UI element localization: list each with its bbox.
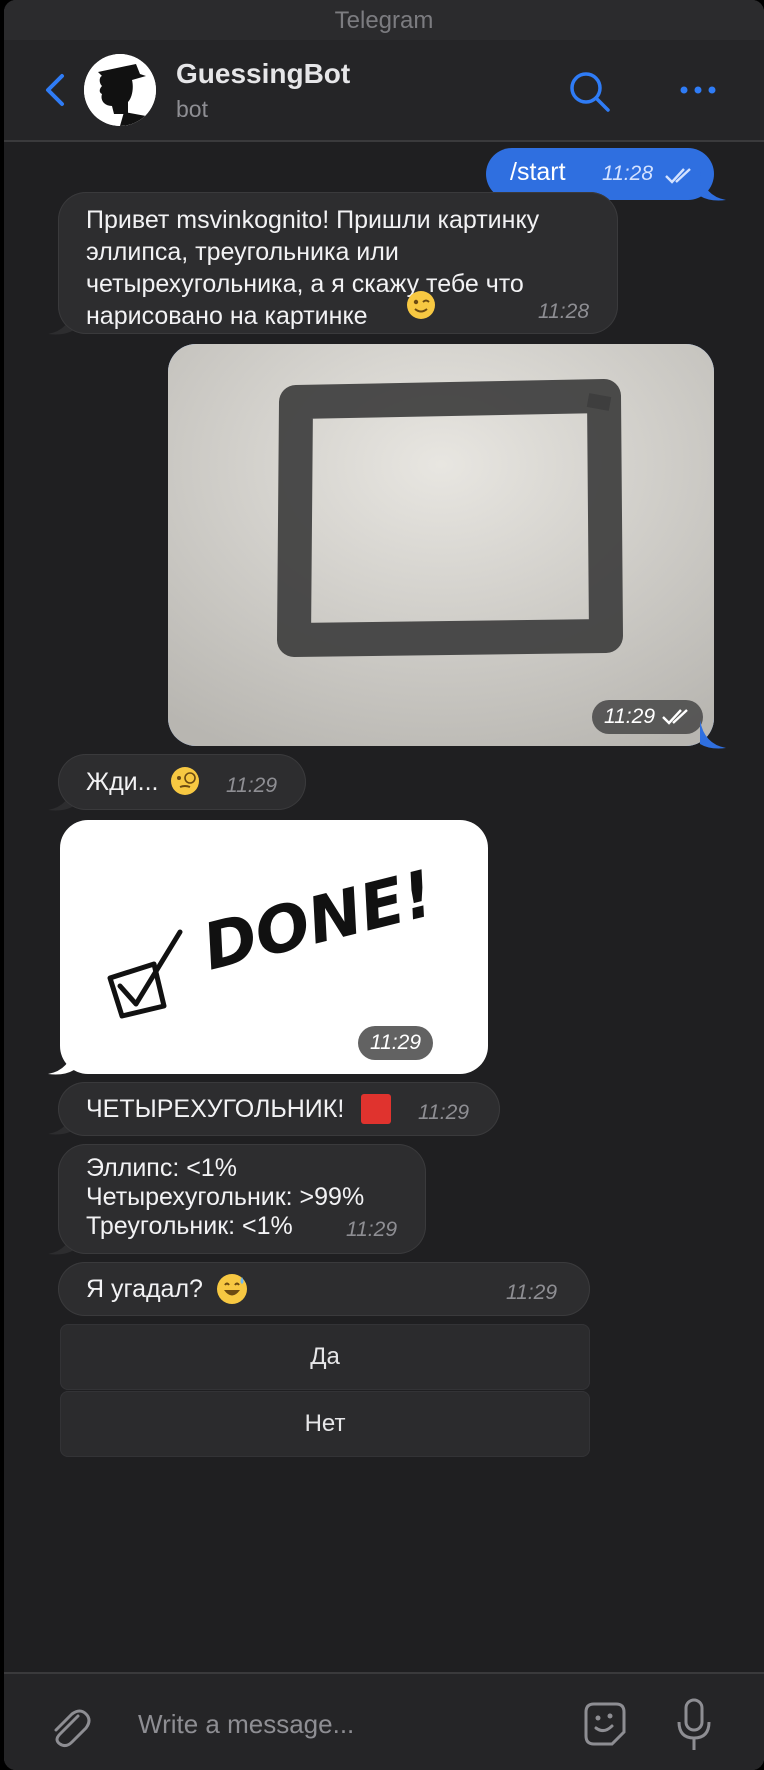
message-list: /start 11:28 Привет msvinkognito! Пришли… (4, 142, 764, 1672)
face-with-monocle-icon (171, 767, 199, 795)
red-square-icon (361, 1094, 391, 1124)
telegram-window: Telegram GuessingBot bot /start 11:28 Пр… (4, 0, 764, 1770)
message-time: 11:28 (538, 300, 589, 323)
reply-no-button[interactable]: Нет (60, 1391, 590, 1457)
message-time: 11:29 (506, 1281, 557, 1304)
message-bubble-in[interactable]: Жди... 11:29 (58, 754, 306, 810)
message-input[interactable] (136, 1698, 560, 1750)
message-text: Я угадал? (86, 1275, 203, 1303)
message-composer (4, 1672, 764, 1770)
window-title: Telegram (4, 0, 764, 40)
message-text: Привет msvinkognito! Пришли картинку элл… (86, 206, 540, 330)
message-time: 11:29 (346, 1218, 397, 1241)
message-text: ЧЕТЫРЕХУГОЛЬНИК! (86, 1095, 345, 1123)
hand-drawn-square-image (168, 344, 714, 746)
microphone-icon[interactable] (674, 1696, 714, 1754)
message-bubble-in[interactable]: Привет msvinkognito! Пришли картинку элл… (58, 192, 618, 334)
message-text: Эллипс: <1% Четырехугольник: >99% Треуго… (86, 1154, 365, 1240)
bubble-tail (700, 172, 726, 201)
message-time: 11:28 (602, 162, 653, 185)
photo-message[interactable]: 11:29 (168, 344, 714, 746)
grinning-sweat-icon (217, 1274, 247, 1304)
chat-header: GuessingBot bot (4, 40, 764, 142)
read-checks-icon (665, 168, 691, 184)
bubble-tail (700, 720, 726, 749)
more-icon[interactable] (676, 70, 720, 110)
photo-time: 11:29 (592, 700, 703, 734)
message-text: Жди... (86, 768, 159, 796)
chat-name: GuessingBot (176, 58, 351, 89)
message-time: 11:29 (226, 774, 277, 797)
sticker-icon[interactable] (578, 1698, 632, 1752)
reply-yes-button[interactable]: Да (60, 1324, 590, 1390)
paperclip-icon[interactable] (44, 1702, 94, 1752)
chat-subtitle: bot (176, 96, 208, 122)
message-time: 11:29 (604, 705, 655, 728)
image-time: 11:29 (358, 1026, 433, 1060)
read-checks-icon (661, 709, 688, 726)
message-text: /start (510, 158, 566, 186)
message-bubble-in[interactable]: Эллипс: <1% Четырехугольник: >99% Треуго… (58, 1144, 426, 1254)
winking-face-icon (407, 291, 435, 319)
message-bubble-in[interactable]: Я угадал? 11:29 (58, 1262, 590, 1316)
search-icon[interactable] (566, 68, 614, 116)
message-time: 11:29 (418, 1101, 469, 1124)
avatar-silhouette-icon (84, 54, 156, 126)
message-bubble-in[interactable]: ЧЕТЫРЕХУГОЛЬНИК! 11:29 (58, 1082, 500, 1136)
done-image-text: DONE! (196, 857, 441, 985)
back-icon[interactable] (38, 70, 72, 110)
bot-avatar[interactable] (84, 54, 156, 126)
message-time: 11:29 (370, 1031, 421, 1054)
done-image-message[interactable]: DONE! 11:29 (60, 820, 488, 1074)
